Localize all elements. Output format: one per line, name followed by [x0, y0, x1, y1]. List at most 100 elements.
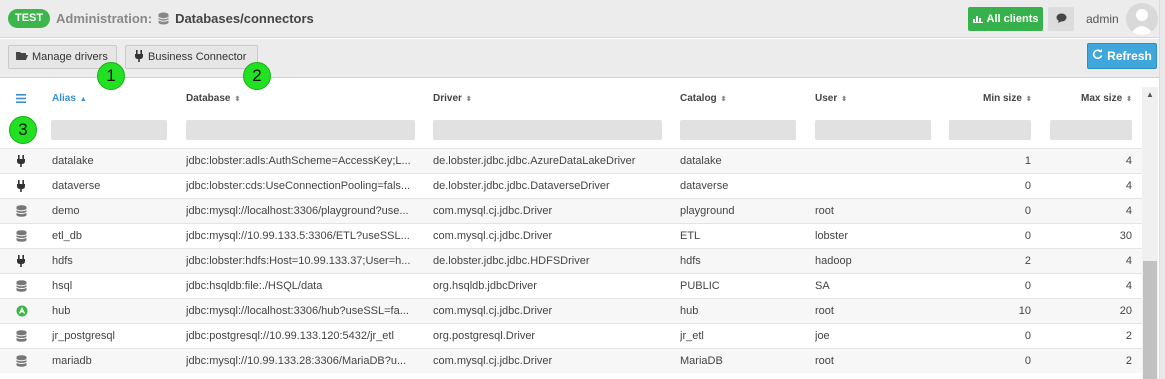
- plug-icon: [134, 49, 144, 65]
- max-size-filter-input[interactable]: [1050, 120, 1132, 140]
- breadcrumb-current: Databases/connectors: [175, 11, 314, 26]
- breadcrumb-section: Administration:: [56, 11, 153, 26]
- alias-cell: hub: [52, 305, 71, 317]
- data-rows: datalake jdbc:lobster:adls:AuthScheme=Acc…: [0, 148, 1142, 373]
- user-cell: lobster: [815, 230, 849, 242]
- driver-cell: com.mysql.cj.jdbc.Driver: [433, 305, 553, 317]
- database-icon: [16, 205, 28, 218]
- column-header-max-size-label: Max size: [1081, 93, 1123, 104]
- database-cell: jdbc:mysql://localhost:3306/playground?u…: [186, 205, 409, 217]
- alias-cell: datalake: [52, 155, 94, 167]
- max-size-cell: 4: [1125, 180, 1132, 192]
- sort-icon: ⬍: [720, 96, 727, 103]
- catalog-filter-input[interactable]: [680, 120, 796, 140]
- column-header-database[interactable]: Database ⬍: [186, 93, 240, 104]
- database-cell: jdbc:mysql://localhost:3306/hub?useSSL=f…: [186, 305, 409, 317]
- max-size-cell: 30: [1119, 230, 1132, 242]
- hub-icon: [16, 305, 28, 318]
- sort-asc-icon: ▲: [79, 96, 87, 103]
- chat-button[interactable]: [1048, 7, 1074, 31]
- alias-cell: etl_db: [52, 230, 82, 242]
- column-header-driver-label: Driver: [433, 93, 462, 104]
- user-cell: joe: [815, 330, 830, 342]
- max-size-cell: 4: [1125, 280, 1132, 292]
- min-size-cell: 0: [1024, 355, 1031, 367]
- database-filter-input[interactable]: [186, 120, 415, 140]
- catalog-cell: hdfs: [680, 255, 701, 267]
- user-cell: root: [815, 305, 834, 317]
- avatar[interactable]: [1126, 3, 1158, 35]
- annotation-marker-2: 2: [243, 62, 271, 90]
- environment-badge: TEST: [8, 9, 51, 28]
- min-size-cell: 0: [1024, 330, 1031, 342]
- table-row[interactable]: jr_postgresql jdbc:postgresql://10.99.133…: [0, 323, 1142, 348]
- catalog-cell: datalake: [680, 155, 722, 167]
- table-row[interactable]: hub jdbc:mysql://localhost:3306/hub?useSS…: [0, 298, 1142, 323]
- grid-header: Alias ▲ Database ⬍ Driver ⬍ Catalog ⬍ User ⬍ …: [0, 87, 1142, 111]
- database-icon: [16, 355, 28, 368]
- plug-icon: [16, 180, 28, 193]
- max-size-cell: 2: [1125, 355, 1132, 367]
- refresh-button[interactable]: Refresh: [1087, 43, 1157, 69]
- database-cell: jdbc:postgresql://10.99.133.120:5432/jr_…: [186, 330, 394, 342]
- refresh-icon: [1092, 49, 1103, 63]
- column-header-max-size[interactable]: Max size ⬍: [1081, 93, 1132, 104]
- sort-icon: ⬍: [234, 96, 241, 103]
- max-size-cell: 4: [1125, 255, 1132, 267]
- alias-cell: hsql: [52, 280, 73, 292]
- max-size-cell: 20: [1119, 305, 1132, 317]
- min-size-cell: 2: [1024, 255, 1031, 267]
- chart-icon: [972, 13, 983, 26]
- column-header-driver[interactable]: Driver ⬍: [433, 93, 472, 104]
- column-header-min-size[interactable]: Min size ⬍: [983, 93, 1032, 104]
- table-row[interactable]: hsql jdbc:hsqldb:file:./HSQL/data org.hsql…: [0, 273, 1142, 298]
- business-connector-button[interactable]: Business Connector: [125, 45, 258, 69]
- table-row[interactable]: demo jdbc:mysql://localhost:3306/playgrou…: [0, 198, 1142, 223]
- sort-icon: ⬍: [1126, 96, 1133, 103]
- plug-icon: [16, 155, 28, 168]
- scroll-up-arrow-icon[interactable]: ▲: [1146, 90, 1154, 99]
- refresh-label: Refresh: [1107, 49, 1152, 63]
- page-scrollbar[interactable]: [1159, 0, 1165, 379]
- catalog-cell: playground: [680, 205, 735, 217]
- database-icon: [158, 12, 169, 25]
- user-name[interactable]: admin: [1086, 12, 1119, 26]
- user-filter-input[interactable]: [815, 120, 931, 140]
- app-header: TEST Administration: Databases/connector…: [0, 0, 1165, 38]
- column-menu-icon[interactable]: [16, 92, 26, 106]
- database-cell: jdbc:mysql://10.99.133.5:3306/ETL?useSSL…: [186, 230, 410, 242]
- user-cell: hadoop: [815, 255, 852, 267]
- column-header-catalog[interactable]: Catalog ⬍: [680, 93, 727, 104]
- catalog-cell: MariaDB: [680, 355, 723, 367]
- table-row[interactable]: hdfs jdbc:lobster:hdfs:Host=10.99.133.37;…: [0, 248, 1142, 273]
- column-header-user[interactable]: User ⬍: [815, 93, 847, 104]
- min-size-cell: 0: [1024, 280, 1031, 292]
- scrollbar-thumb[interactable]: [1143, 261, 1157, 379]
- folder-open-icon: [16, 51, 28, 64]
- database-icon: [16, 280, 28, 293]
- column-header-alias[interactable]: Alias ▲: [52, 93, 87, 104]
- driver-cell: org.postgresql.Driver: [433, 330, 536, 342]
- catalog-cell: PUBLIC: [680, 280, 720, 292]
- max-size-cell: 2: [1125, 330, 1132, 342]
- min-size-filter-input[interactable]: [949, 120, 1031, 140]
- all-clients-label: All clients: [986, 13, 1039, 25]
- filter-row: [0, 116, 1142, 144]
- alias-filter-input[interactable]: [51, 120, 167, 140]
- catalog-cell: hub: [680, 305, 699, 317]
- table-row[interactable]: datalake jdbc:lobster:adls:AuthScheme=Acc…: [0, 148, 1142, 173]
- alias-cell: demo: [52, 205, 80, 217]
- table-row[interactable]: mariadb jdbc:mysql://10.99.133.28:3306/Ma…: [0, 348, 1142, 373]
- table-row[interactable]: etl_db jdbc:mysql://10.99.133.5:3306/ETL?…: [0, 223, 1142, 248]
- max-size-cell: 4: [1125, 205, 1132, 217]
- grid-scrollbar[interactable]: ▲: [1142, 87, 1158, 379]
- driver-cell: com.mysql.cj.jdbc.Driver: [433, 355, 553, 367]
- database-cell: jdbc:lobster:cds:UseConnectionPooling=fa…: [186, 180, 411, 192]
- sort-icon: ⬍: [465, 96, 472, 103]
- driver-filter-input[interactable]: [433, 120, 662, 140]
- min-size-cell: 0: [1024, 180, 1031, 192]
- all-clients-button[interactable]: All clients: [968, 7, 1043, 31]
- table-row[interactable]: dataverse jdbc:lobster:cds:UseConnectionP…: [0, 173, 1142, 198]
- column-header-database-label: Database: [186, 93, 231, 104]
- toolbar: Manage drivers Business Connector Refres…: [0, 39, 1165, 78]
